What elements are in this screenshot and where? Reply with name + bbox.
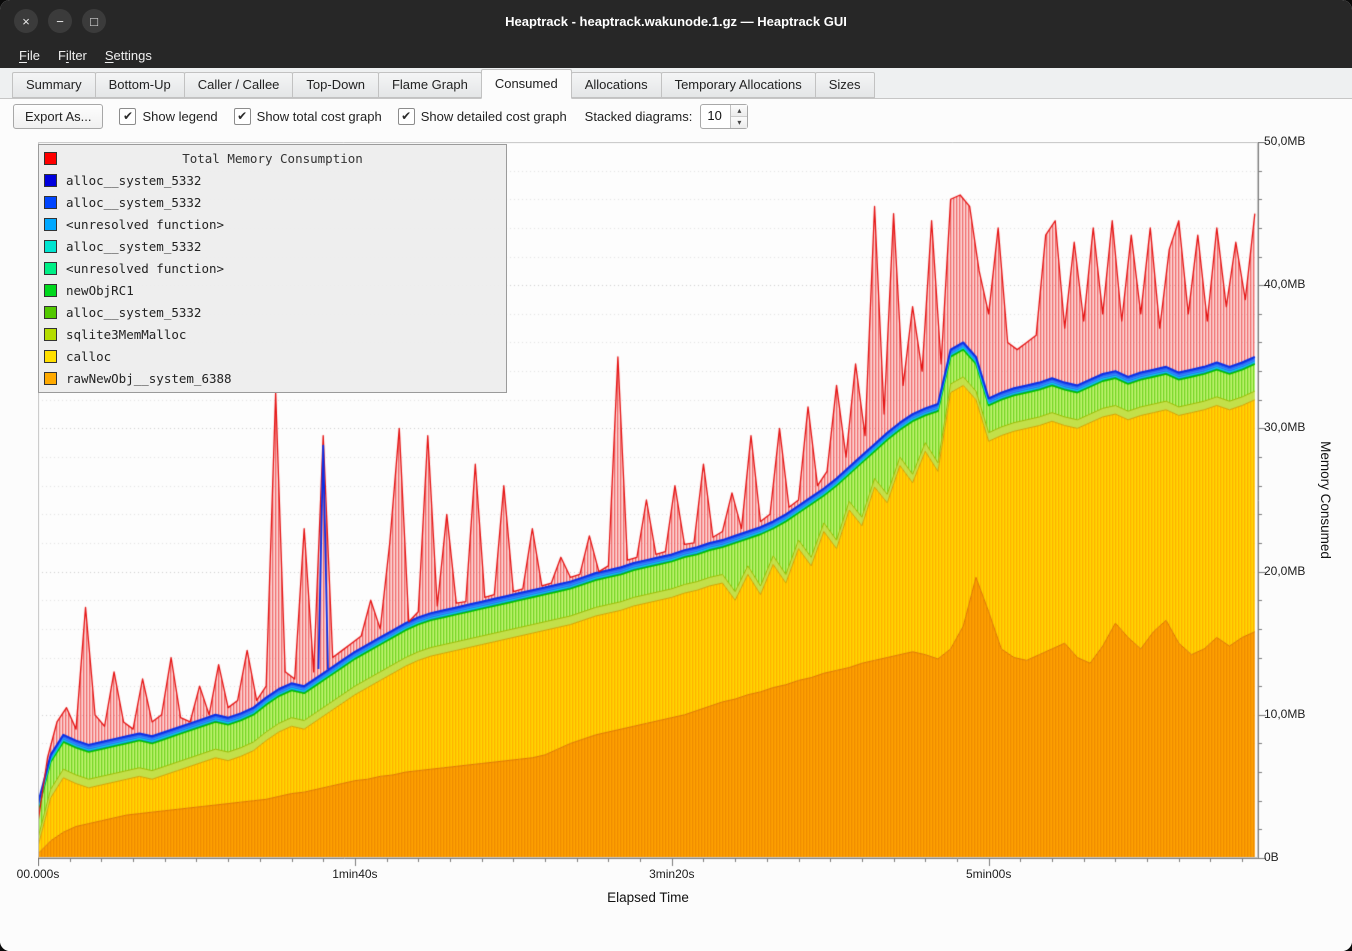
checkbox-show-total-cost-graph[interactable]: ✔ Show total cost graph <box>234 108 382 125</box>
window-controls: ×−□ <box>14 0 106 42</box>
legend-label: alloc__system_5332 <box>66 173 201 188</box>
tab-bar: SummaryBottom-UpCaller / CalleeTop-DownF… <box>0 68 1352 99</box>
legend-swatch <box>44 372 57 385</box>
tab-sizes[interactable]: Sizes <box>815 72 875 98</box>
legend-swatch <box>44 218 57 231</box>
checkbox-show-total-cost-graph-box: ✔ <box>234 108 251 125</box>
legend-item: alloc__system_5332 <box>39 191 506 213</box>
checkbox-show-detailed-cost-graph-box: ✔ <box>398 108 415 125</box>
chart-legend: Total Memory Consumption alloc__system_5… <box>38 144 507 393</box>
legend-swatch <box>44 328 57 341</box>
legend-item: alloc__system_5332 <box>39 235 506 257</box>
tab-caller-callee[interactable]: Caller / Callee <box>184 72 294 98</box>
spinbox-buttons: ▴ ▾ <box>730 105 747 128</box>
x-tick-label: 5min00s <box>966 867 1011 881</box>
y-tick-label: 10,0MB <box>1264 707 1305 721</box>
maximize-button[interactable]: □ <box>82 9 106 33</box>
tab-allocations[interactable]: Allocations <box>571 72 662 98</box>
legend-label: calloc <box>66 349 111 364</box>
legend-swatch <box>44 350 57 363</box>
legend-label: alloc__system_5332 <box>66 195 201 210</box>
y-tick-label: 0B <box>1264 850 1279 864</box>
y-tick-label: 20,0MB <box>1264 564 1305 578</box>
tab-temporary-allocations[interactable]: Temporary Allocations <box>661 72 816 98</box>
legend-label: alloc__system_5332 <box>66 239 201 254</box>
menu-settings[interactable]: Settings <box>96 45 161 66</box>
legend-item: sqlite3MemMalloc <box>39 323 506 345</box>
checkbox-show-legend-label: Show legend <box>142 109 217 124</box>
x-tick-label: 00.000s <box>17 867 60 881</box>
legend-item: rawNewObj__system_6388 <box>39 367 506 389</box>
chart-area: Total Memory Consumption alloc__system_5… <box>0 133 1352 951</box>
checkbox-show-detailed-cost-graph[interactable]: ✔ Show detailed cost graph <box>398 108 567 125</box>
menu-file[interactable]: File <box>10 45 49 66</box>
y-tick-label: 40,0MB <box>1264 277 1305 291</box>
tab-summary[interactable]: Summary <box>12 72 96 98</box>
toolbar: Export As... ✔ Show legend ✔ Show total cos… <box>0 99 1352 133</box>
legend-item: alloc__system_5332 <box>39 169 506 191</box>
checkbox-show-detailed-cost-graph-label: Show detailed cost graph <box>421 109 567 124</box>
legend-title: Total Memory Consumption <box>66 151 479 166</box>
y-tick-label: 50,0MB <box>1264 134 1305 148</box>
legend-item: alloc__system_5332 <box>39 301 506 323</box>
checkbox-show-total-cost-graph-label: Show total cost graph <box>257 109 382 124</box>
legend-label: <unresolved function> <box>66 261 224 276</box>
stacked-diagrams-label: Stacked diagrams: <box>585 109 693 124</box>
spin-up-button[interactable]: ▴ <box>731 105 747 116</box>
legend-label: rawNewObj__system_6388 <box>66 371 232 386</box>
menubar: FileFilterSettings <box>0 42 1352 68</box>
y-axis-title: Memory Consumed <box>1318 441 1333 559</box>
legend-label: sqlite3MemMalloc <box>66 327 186 342</box>
x-axis-title: Elapsed Time <box>607 890 689 905</box>
legend-swatch <box>44 196 57 209</box>
titlebar[interactable]: ×−□ Heaptrack - heaptrack.wakunode.1.gz … <box>0 0 1352 42</box>
legend-item: calloc <box>39 345 506 367</box>
heaptrack-window: ×−□ Heaptrack - heaptrack.wakunode.1.gz … <box>0 0 1352 951</box>
legend-title-swatch <box>44 152 57 165</box>
x-tick-label: 3min20s <box>649 867 694 881</box>
stacked-diagrams-spinbox[interactable]: 10 ▴ ▾ <box>700 104 748 129</box>
legend-item: <unresolved function> <box>39 213 506 235</box>
legend-label: alloc__system_5332 <box>66 305 201 320</box>
window-title: Heaptrack - heaptrack.wakunode.1.gz — He… <box>505 14 847 29</box>
legend-title-row: Total Memory Consumption <box>39 147 506 169</box>
spinbox-value[interactable]: 10 <box>701 105 730 128</box>
legend-label: newObjRC1 <box>66 283 134 298</box>
tab-flame-graph[interactable]: Flame Graph <box>378 72 482 98</box>
legend-swatch <box>44 306 57 319</box>
legend-swatch <box>44 240 57 253</box>
legend-swatch <box>44 262 57 275</box>
checkbox-show-legend[interactable]: ✔ Show legend <box>119 108 217 125</box>
legend-swatch <box>44 174 57 187</box>
legend-rows: alloc__system_5332 alloc__system_5332 <unr… <box>39 169 506 389</box>
legend-item: <unresolved function> <box>39 257 506 279</box>
tab-top-down[interactable]: Top-Down <box>292 72 379 98</box>
tab-bottom-up[interactable]: Bottom-Up <box>95 72 185 98</box>
menu-filter[interactable]: Filter <box>49 45 96 66</box>
checkbox-show-legend-box: ✔ <box>119 108 136 125</box>
legend-item: newObjRC1 <box>39 279 506 301</box>
y-tick-label: 30,0MB <box>1264 420 1305 434</box>
legend-swatch <box>44 284 57 297</box>
spin-down-button[interactable]: ▾ <box>731 116 747 128</box>
close-button[interactable]: × <box>14 9 38 33</box>
x-tick-label: 1min40s <box>332 867 377 881</box>
export-as-button[interactable]: Export As... <box>13 104 103 129</box>
minimize-button[interactable]: − <box>48 9 72 33</box>
legend-label: <unresolved function> <box>66 217 224 232</box>
tab-consumed[interactable]: Consumed <box>481 69 572 99</box>
